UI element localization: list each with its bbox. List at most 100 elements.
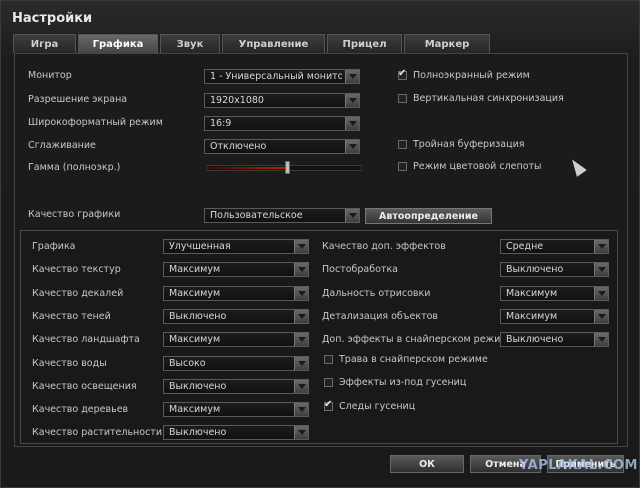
aspect-label: Широкоформатный режим	[28, 117, 163, 128]
quality-dropdown[interactable]: Пользовательское	[204, 208, 360, 223]
right-setting-dropdown-value: Максимум	[506, 287, 558, 299]
chevron-down-icon	[294, 379, 308, 393]
fullscreen-checkbox[interactable]: Полноэкранный режим	[398, 68, 530, 81]
vsync-checkbox[interactable]: Вертикальная синхронизация	[398, 93, 564, 104]
tab-sound[interactable]: Звук	[160, 34, 220, 53]
checkbox-box[interactable]	[398, 140, 407, 149]
right-setting-dropdown[interactable]: Выключено	[500, 332, 609, 348]
chevron-down-icon	[594, 309, 608, 323]
fullscreen-label: Полноэкранный режим	[413, 70, 530, 81]
right-setting-dropdown[interactable]: Максимум	[500, 285, 609, 301]
resolution-value: 1920x1080	[210, 95, 264, 106]
chevron-down-icon	[345, 140, 359, 153]
checkbox-box[interactable]	[324, 399, 333, 411]
tab-graphics[interactable]: Графика	[78, 34, 158, 53]
chevron-down-icon	[594, 263, 608, 277]
chevron-down-icon	[294, 240, 308, 253]
chevron-down-icon	[594, 286, 608, 300]
aa-dropdown[interactable]: Отключено	[204, 139, 360, 154]
chevron-down-icon	[294, 356, 308, 370]
gamma-slider-thumb[interactable]	[285, 161, 291, 174]
aspect-dropdown[interactable]: 16:9	[204, 116, 360, 131]
settings-window: Настройки Игра Графика Звук Управление П…	[0, 0, 640, 488]
right-setting-label: Качество доп. эффектов	[322, 241, 446, 252]
left-setting-dropdown[interactable]: Высоко	[163, 355, 309, 371]
auto-detect-button[interactable]: Автоопределение	[365, 208, 492, 224]
tab-sight[interactable]: Прицел	[327, 34, 402, 53]
chevron-down-icon	[294, 286, 308, 300]
right-setting-dropdown[interactable]: Выключено	[500, 262, 609, 278]
resolution-dropdown[interactable]: 1920x1080	[204, 93, 360, 108]
chevron-down-icon	[294, 333, 308, 347]
left-setting-label: Качество воды	[32, 357, 107, 369]
chevron-down-icon	[294, 263, 308, 277]
right-setting-label: Дальность отрисовки	[322, 287, 431, 299]
right-setting-dropdown-value: Выключено	[506, 334, 564, 346]
left-setting-dropdown[interactable]: Максимум	[163, 285, 309, 301]
aa-label: Сглаживание	[28, 140, 96, 151]
window-title: Настройки	[12, 11, 93, 26]
watermark: YAPLAKAL.COM	[519, 458, 638, 473]
left-setting-label: Графика	[32, 241, 76, 252]
advanced-checkbox-label: Трава в снайперском режиме	[339, 354, 488, 365]
chevron-down-icon	[294, 403, 308, 417]
chevron-down-icon	[345, 117, 359, 130]
left-setting-dropdown-value: Максимум	[169, 287, 221, 299]
left-setting-dropdown[interactable]: Выключено	[163, 378, 309, 394]
left-setting-dropdown[interactable]: Максимум	[163, 332, 309, 348]
quality-value: Пользовательское	[210, 210, 303, 221]
left-setting-label: Качество растительности	[32, 427, 162, 439]
chevron-down-icon	[345, 70, 359, 83]
left-setting-dropdown-value: Максимум	[169, 404, 221, 416]
quality-label: Качество графики	[28, 209, 121, 220]
left-setting-label: Качество текстур	[32, 264, 121, 276]
chevron-down-icon	[594, 240, 608, 253]
checkbox-box[interactable]	[324, 378, 333, 388]
left-setting-dropdown-value: Максимум	[169, 264, 221, 276]
advanced-checkbox-label: Следы гусениц	[339, 400, 416, 412]
left-setting-dropdown[interactable]: Улучшенная	[163, 239, 309, 254]
monitor-value: 1 - Универсальный монитор PnI	[210, 71, 342, 82]
left-setting-dropdown[interactable]: Выключено	[163, 308, 309, 324]
left-setting-dropdown-value: Выключено	[169, 310, 227, 322]
monitor-dropdown[interactable]: 1 - Универсальный монитор PnI	[204, 69, 360, 84]
right-setting-dropdown[interactable]: Максимум	[500, 308, 609, 324]
tab-game[interactable]: Игра	[13, 34, 76, 53]
right-setting-label: Постобработка	[322, 264, 398, 276]
checkbox-box[interactable]	[398, 162, 407, 171]
chevron-down-icon	[345, 94, 359, 107]
vsync-label: Вертикальная синхронизация	[413, 93, 564, 104]
left-setting-dropdown[interactable]: Максимум	[163, 262, 309, 278]
left-setting-label: Качество декалей	[32, 287, 124, 299]
right-setting-dropdown-value: Выключено	[506, 264, 564, 276]
right-setting-label: Детализация объектов	[322, 310, 439, 322]
ok-button[interactable]: ОК	[390, 455, 464, 473]
left-setting-dropdown-value: Высоко	[169, 357, 206, 369]
advanced-checkbox[interactable]: Трава в снайперском режиме	[324, 354, 488, 365]
checkbox-box[interactable]	[324, 355, 333, 364]
advanced-checkbox[interactable]: Эффекты из-под гусениц	[324, 377, 466, 388]
monitor-label: Монитор	[28, 70, 72, 81]
advanced-checkbox[interactable]: Следы гусениц	[324, 399, 416, 412]
chevron-down-icon	[594, 333, 608, 347]
left-setting-dropdown[interactable]: Выключено	[163, 425, 309, 441]
left-setting-dropdown-value: Выключено	[169, 427, 227, 439]
aspect-value: 16:9	[210, 118, 232, 129]
tab-marker[interactable]: Маркер	[404, 34, 490, 53]
chevron-down-icon	[294, 309, 308, 323]
gamma-slider[interactable]	[206, 161, 362, 174]
left-setting-dropdown-value: Выключено	[169, 380, 227, 392]
triple-buffer-checkbox[interactable]: Тройная буферизация	[398, 139, 524, 150]
gamma-slider-fill	[207, 167, 288, 169]
resolution-label: Разрешение экрана	[28, 94, 128, 105]
colorblind-checkbox[interactable]: Режим цветовой слепоты	[398, 161, 542, 172]
tab-controls[interactable]: Управление	[222, 34, 325, 53]
checkbox-box[interactable]	[398, 94, 407, 103]
checkbox-box[interactable]	[398, 68, 407, 80]
chevron-down-icon	[345, 209, 359, 222]
left-setting-label: Качество теней	[32, 310, 111, 322]
left-setting-dropdown[interactable]: Максимум	[163, 402, 309, 418]
right-setting-dropdown-value: Максимум	[506, 310, 558, 322]
right-setting-dropdown[interactable]: Средне	[500, 239, 609, 254]
tab-bar: Игра Графика Звук Управление Прицел Марк…	[13, 34, 490, 53]
